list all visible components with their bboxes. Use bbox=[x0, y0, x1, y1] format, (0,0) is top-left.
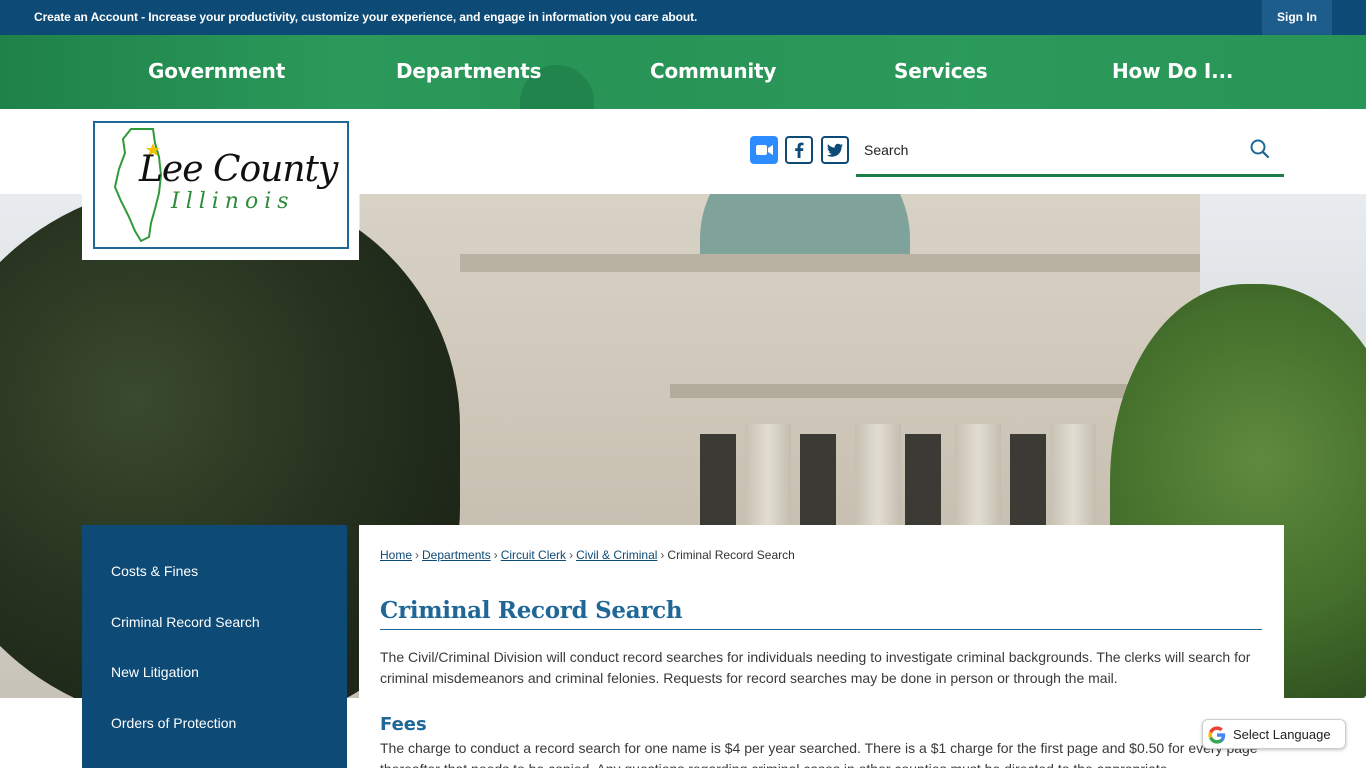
sidebar-item-orders-of-protection[interactable]: Orders of Protection bbox=[111, 715, 236, 731]
zoom-camera-icon bbox=[756, 145, 773, 155]
zoom-icon[interactable] bbox=[750, 136, 778, 164]
sidebar-item-criminal-record-search[interactable]: Criminal Record Search bbox=[111, 614, 260, 630]
nav-item-how-do-i[interactable]: How Do I... bbox=[1112, 59, 1233, 83]
sign-in-button[interactable]: Sign In bbox=[1262, 0, 1332, 35]
create-account-link[interactable]: Create an Account bbox=[34, 10, 138, 24]
breadcrumb-separator: › bbox=[415, 548, 420, 562]
twitter-bird-icon bbox=[827, 143, 843, 157]
hero-dome bbox=[700, 194, 910, 254]
breadcrumb-departments[interactable]: Departments bbox=[422, 548, 491, 562]
nav-item-government[interactable]: Government bbox=[148, 59, 285, 83]
breadcrumb-separator: › bbox=[569, 548, 574, 562]
intro-paragraph: The Civil/Criminal Division will conduct… bbox=[380, 649, 1251, 686]
logo-frame: Lee County Illinois bbox=[93, 121, 349, 249]
facebook-icon[interactable] bbox=[785, 136, 813, 164]
breadcrumb-civil-criminal[interactable]: Civil & Criminal bbox=[576, 548, 657, 562]
page-title: Criminal Record Search bbox=[380, 597, 683, 624]
account-bar: Create an Account - Increase your produc… bbox=[0, 0, 1366, 35]
twitter-icon[interactable] bbox=[821, 136, 849, 164]
title-divider bbox=[380, 629, 1262, 630]
breadcrumb-separator: › bbox=[493, 548, 498, 562]
breadcrumb-home[interactable]: Home bbox=[380, 548, 412, 562]
select-language-label: Select Language bbox=[1233, 727, 1331, 742]
main-content: Home › Departments › Circuit Clerk › Civil & C… bbox=[359, 525, 1284, 768]
account-tagline: - Increase your productivity, customize … bbox=[137, 10, 698, 24]
search-icon bbox=[1250, 139, 1270, 159]
google-icon bbox=[1208, 726, 1226, 744]
logo-subtitle: Illinois bbox=[171, 189, 295, 214]
breadcrumb-current: Criminal Record Search bbox=[667, 548, 795, 562]
fees-heading: Fees bbox=[380, 714, 427, 735]
fees-paragraph: The charge to conduct a record search fo… bbox=[380, 740, 1258, 768]
county-logo[interactable]: Lee County Illinois bbox=[82, 109, 359, 260]
breadcrumb-separator: › bbox=[660, 548, 665, 562]
hero-entablature bbox=[670, 384, 1200, 398]
account-message: Create an Account - Increase your produc… bbox=[34, 10, 697, 24]
logo-title: Lee County bbox=[139, 149, 338, 190]
hero-cornice bbox=[460, 254, 1200, 272]
sidebar-nav: Costs & Fines Criminal Record Search New… bbox=[82, 525, 347, 768]
nav-item-services[interactable]: Services bbox=[894, 59, 988, 83]
search-button[interactable] bbox=[1248, 137, 1272, 161]
site-search bbox=[856, 125, 1284, 177]
nav-item-community[interactable]: Community bbox=[650, 59, 776, 83]
select-language-button[interactable]: Select Language bbox=[1202, 719, 1346, 749]
breadcrumb-circuit-clerk[interactable]: Circuit Clerk bbox=[501, 548, 566, 562]
main-nav: Government Departments Community Service… bbox=[0, 35, 1366, 109]
sidebar-item-new-litigation[interactable]: New Litigation bbox=[111, 664, 199, 680]
nav-item-departments[interactable]: Departments bbox=[396, 59, 542, 83]
breadcrumb: Home › Departments › Circuit Clerk › Civil & C… bbox=[380, 548, 795, 562]
facebook-f-icon bbox=[795, 142, 804, 158]
search-input[interactable] bbox=[864, 135, 1234, 165]
sidebar-item-costs-fines[interactable]: Costs & Fines bbox=[111, 563, 198, 579]
